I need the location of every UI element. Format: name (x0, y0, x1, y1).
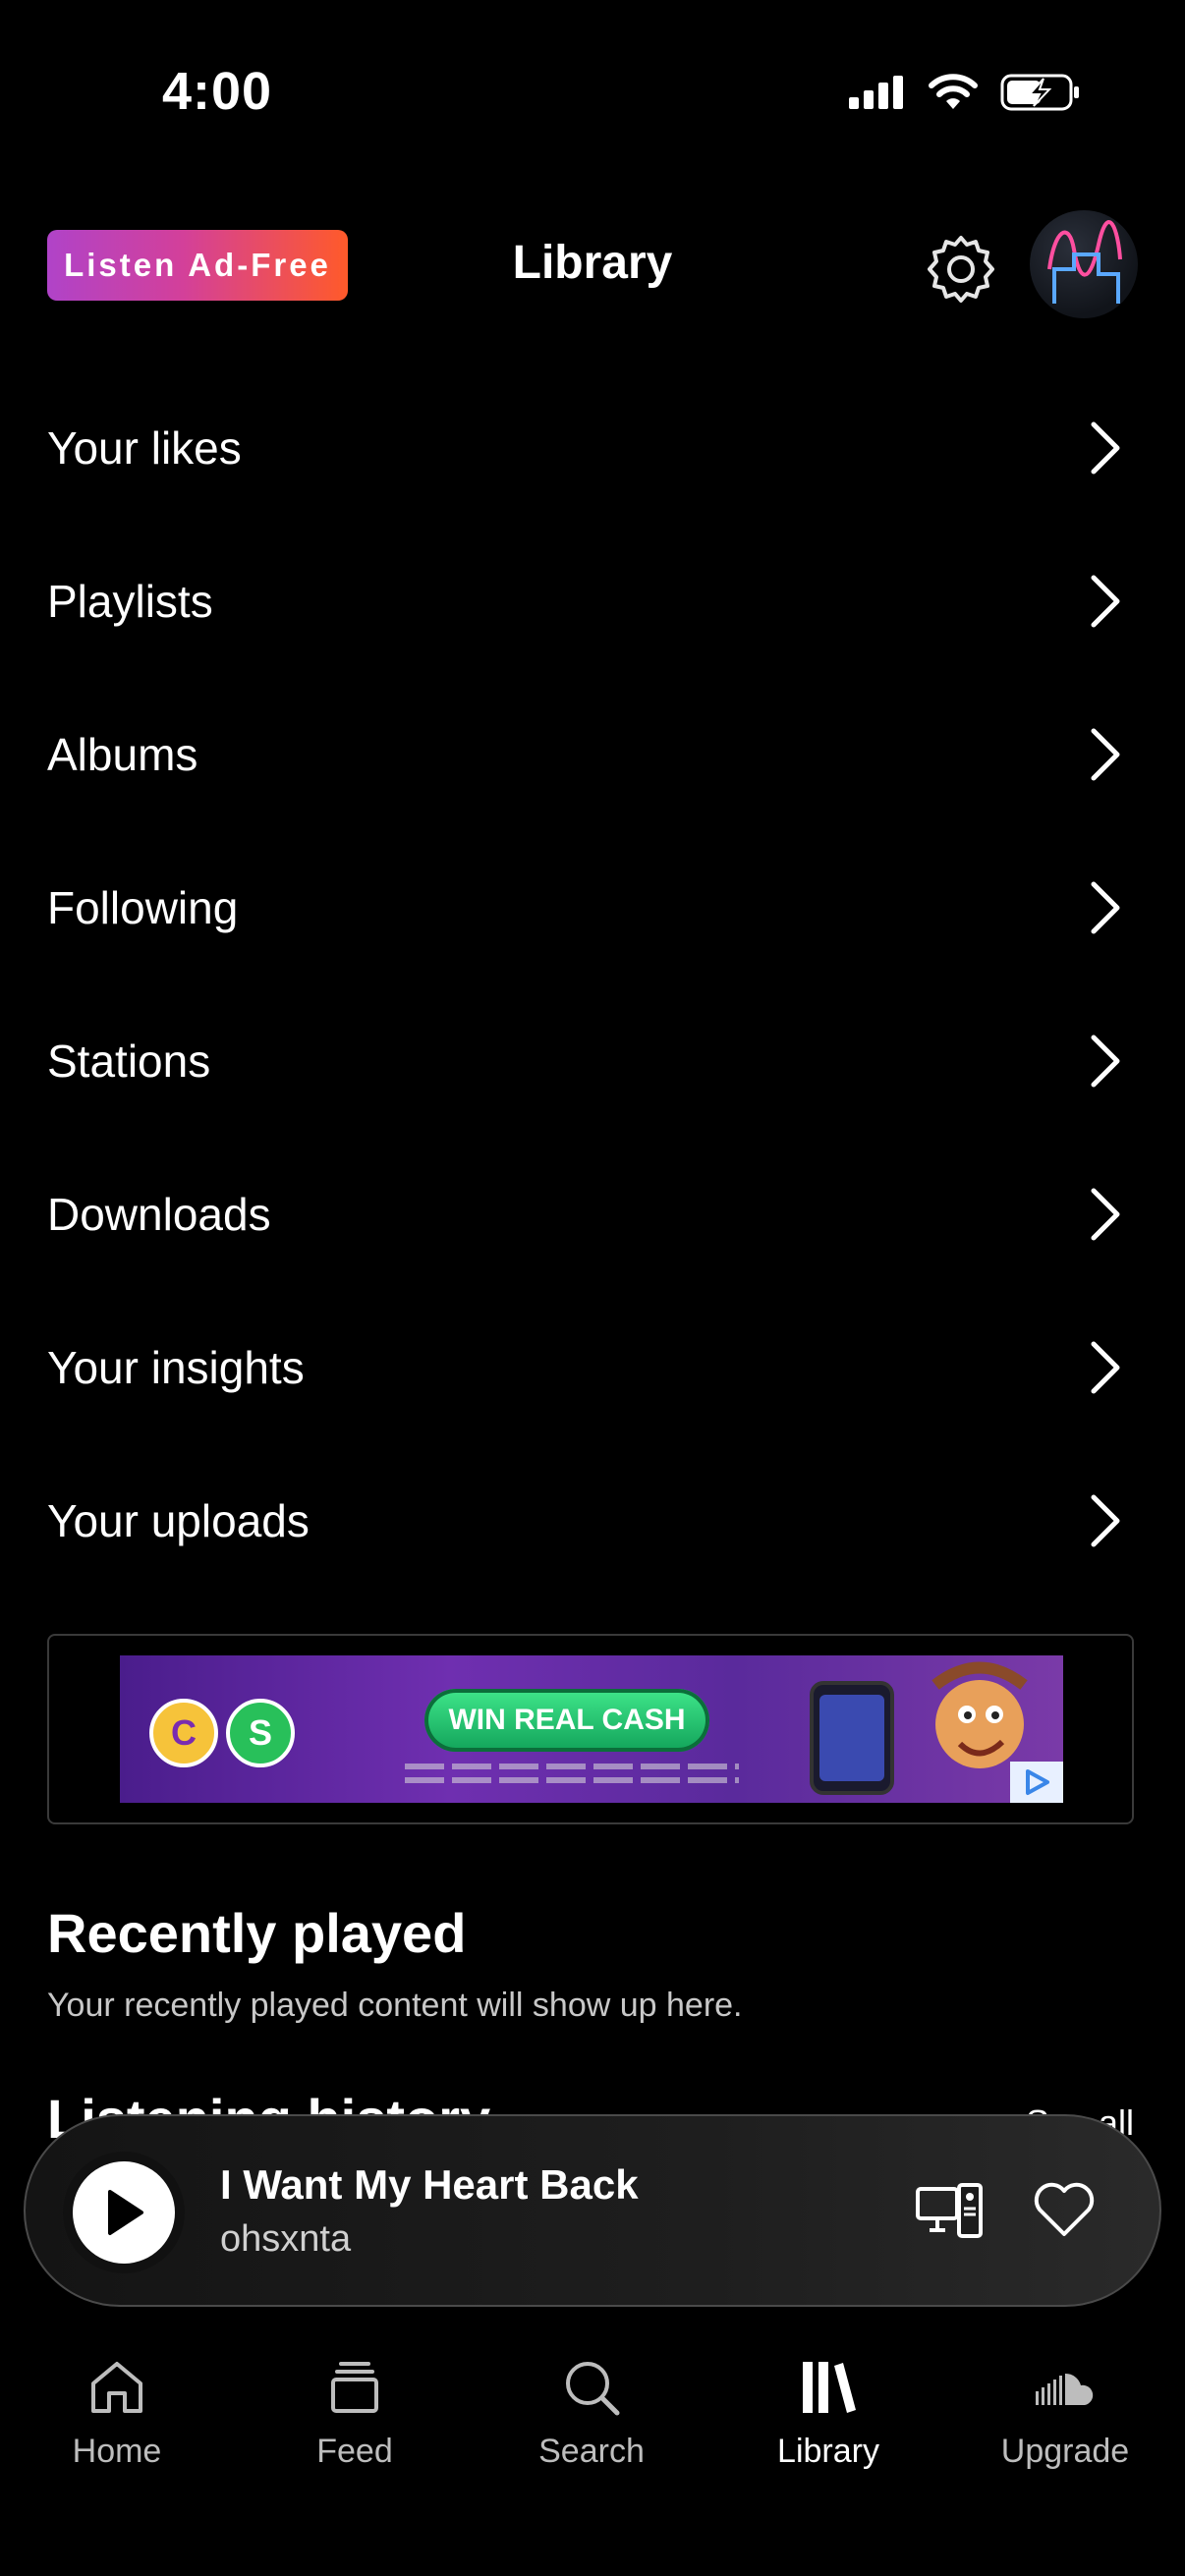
menu-item-albums[interactable]: Albums (0, 678, 1185, 831)
tab-label: Search (538, 2433, 645, 2470)
menu-item-label: Your uploads (47, 1495, 310, 1546)
tab-search[interactable]: Search (493, 2356, 690, 2471)
menu-item-label: Your insights (47, 1342, 305, 1393)
soundcloud-icon (1036, 2373, 1094, 2405)
chevron-right-icon (1091, 1341, 1120, 1394)
menu-item-downloads[interactable]: Downloads (0, 1138, 1185, 1291)
ad-banner[interactable]: C S WIN REAL CASH (120, 1655, 1063, 1803)
ad-fineprint (405, 1777, 739, 1783)
ad-phone-icon (810, 1681, 894, 1795)
tab-label: Home (72, 2433, 162, 2470)
recently-played-title: Recently played (47, 1902, 467, 1964)
tab-label: Upgrade (1000, 2433, 1130, 2470)
chevron-right-icon (1091, 1035, 1120, 1088)
menu-item-label: Albums (47, 729, 198, 780)
play-button[interactable] (63, 2152, 185, 2273)
chevron-right-icon (1091, 881, 1120, 934)
menu-item-following[interactable]: Following (0, 831, 1185, 984)
tab-home[interactable]: Home (19, 2356, 215, 2471)
wifi-icon (929, 74, 978, 109)
ad-container: C S WIN REAL CASH (47, 1634, 1134, 1824)
tab-feed[interactable]: Feed (256, 2356, 453, 2471)
library-menu: Your likes Playlists Albums Following St… (0, 371, 1185, 1597)
feed-icon (331, 2362, 378, 2413)
tab-label: Library (777, 2433, 879, 2470)
menu-item-label: Your likes (47, 422, 242, 474)
tab-library[interactable]: Library (730, 2356, 927, 2471)
ad-fineprint (405, 1764, 739, 1769)
library-icon (803, 2362, 856, 2413)
battery-charging-icon (1000, 74, 1079, 111)
track-title: I Want My Heart Back (220, 2161, 639, 2208)
menu-item-playlists[interactable]: Playlists (0, 525, 1185, 678)
cast-devices-icon[interactable] (914, 2181, 985, 2240)
ad-logo-letter: S (226, 1699, 295, 1767)
ad-logo: C S (149, 1699, 295, 1767)
ad-choices-icon[interactable] (1010, 1762, 1063, 1803)
menu-item-your-likes[interactable]: Your likes (0, 371, 1185, 525)
status-time: 4:00 (162, 62, 273, 121)
tab-upgrade[interactable]: Upgrade (967, 2356, 1163, 2471)
mini-player[interactable]: I Want My Heart Back ohsxnta (24, 2114, 1161, 2307)
home-icon (91, 2362, 142, 2413)
play-icon (108, 2190, 143, 2235)
status-bar: 4:00 (0, 0, 1185, 187)
track-artist: ohsxnta (220, 2218, 352, 2260)
library-header: Listen Ad-Free Library (0, 206, 1185, 334)
chevron-right-icon (1091, 575, 1120, 628)
menu-item-label: Playlists (47, 576, 213, 627)
menu-item-label: Stations (47, 1036, 211, 1087)
avatar-art-icon (1047, 220, 1122, 304)
chevron-right-icon (1091, 1188, 1120, 1241)
gear-icon[interactable] (924, 232, 998, 307)
ad-logo-letter: C (149, 1699, 218, 1767)
recently-played-subtitle: Your recently played content will show u… (47, 1987, 743, 2024)
menu-item-your-uploads[interactable]: Your uploads (0, 1444, 1185, 1597)
heart-icon[interactable] (1032, 2179, 1097, 2238)
search-icon (566, 2362, 620, 2416)
menu-item-label: Downloads (47, 1189, 271, 1240)
cellular-signal-icon (849, 76, 903, 109)
ad-cta: WIN REAL CASH (424, 1689, 709, 1752)
tab-bar: Home Feed Search Library Upgrade (0, 2328, 1185, 2576)
avatar[interactable] (1030, 210, 1138, 318)
tab-label: Feed (316, 2433, 393, 2470)
menu-item-label: Following (47, 882, 239, 933)
page-title: Library (512, 237, 673, 289)
menu-item-your-insights[interactable]: Your insights (0, 1291, 1185, 1444)
menu-item-stations[interactable]: Stations (0, 984, 1185, 1138)
status-icons (849, 73, 1081, 112)
chevron-right-icon (1091, 421, 1120, 475)
chevron-right-icon (1091, 1494, 1120, 1547)
chevron-right-icon (1091, 728, 1120, 781)
